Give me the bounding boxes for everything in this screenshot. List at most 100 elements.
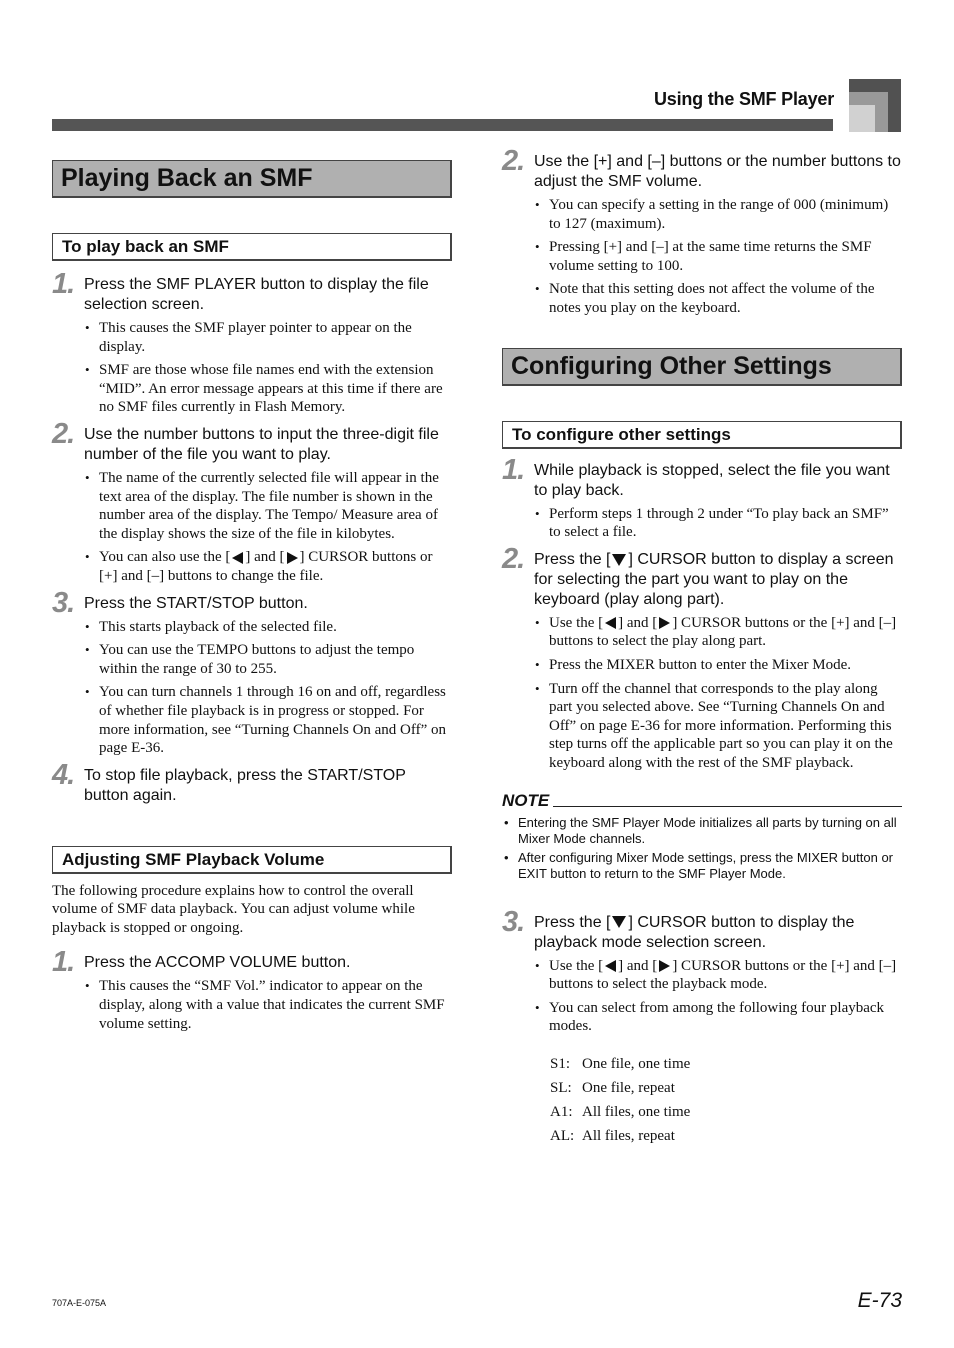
page-number: E-73 xyxy=(857,1289,902,1312)
mode-desc: All files, one time xyxy=(582,1103,691,1120)
mode-code: AL: xyxy=(550,1127,575,1144)
cursor-left-icon xyxy=(605,960,617,973)
step-number: 3. xyxy=(502,905,525,938)
bullet-item: Note that this setting does not affect t… xyxy=(535,280,902,317)
step-1: 1. Press the SMF PLAYER button to displa… xyxy=(52,269,452,315)
bullet-list: This causes the “SMF Vol.” indicator to … xyxy=(52,977,452,1033)
bullet-text: ] and [ xyxy=(245,549,285,566)
bullet-list: Perform steps 1 through 2 under “To play… xyxy=(502,505,902,542)
cursor-right-icon xyxy=(286,551,298,564)
right-column: 2. Use the [+] and [–] buttons or the nu… xyxy=(502,140,902,1148)
bullet-item: You can specify a setting in the range o… xyxy=(535,196,902,233)
step-4: 4. To stop file playback, press the STAR… xyxy=(52,760,452,806)
subsection-title-configure: To configure other settings xyxy=(502,420,902,449)
bullet-item: You can select from among the following … xyxy=(535,999,902,1036)
header-bar xyxy=(52,119,833,131)
mode-desc: One file, one time xyxy=(582,1055,691,1072)
bullet-text: Use the [ xyxy=(549,614,604,631)
playback-modes-list: S1: One file, one time SL: One file, repea… xyxy=(550,1052,902,1148)
step-text: To stop file playback, press the START/S… xyxy=(84,766,406,804)
document-code: 707A-E-075A xyxy=(52,1298,107,1308)
bullet-item: Press the MIXER button to enter the Mixe… xyxy=(535,656,902,675)
mode-code: A1: xyxy=(550,1103,573,1120)
step-number: 1. xyxy=(52,946,75,979)
bullet-item: This causes the SMF player pointer to ap… xyxy=(85,319,452,356)
note-box: NOTE Entering the SMF Player Mode initia… xyxy=(502,791,902,883)
step-text: Press the SMF PLAYER button to display t… xyxy=(84,276,429,313)
bullet-item: You can use the TEMPO buttons to adjust … xyxy=(85,641,452,678)
bullet-text: ] and [ xyxy=(618,614,658,631)
bullet-text: ] and [ xyxy=(618,957,658,974)
bullet-list: Use the [] and [] CURSOR buttons or the … xyxy=(502,614,902,773)
step-number: 1. xyxy=(52,268,75,300)
cursor-down-icon xyxy=(612,553,627,566)
step-text: Press the START/STOP button. xyxy=(84,594,308,612)
mode-code: SL: xyxy=(550,1079,572,1096)
bullet-list: Use the [] and [] CURSOR buttons or the … xyxy=(502,957,902,1036)
bullet-list: The name of the currently selected file … xyxy=(52,469,452,586)
left-column: Playing Back an SMF To play back an SMF … xyxy=(52,160,452,1038)
config-step-2: 2. Press the [] CURSOR button to display… xyxy=(502,544,902,610)
bullet-list: You can specify a setting in the range o… xyxy=(502,196,902,318)
bullet-item: Perform steps 1 through 2 under “To play… xyxy=(535,505,902,542)
bullet-item: Pressing [+] and [–] at the same time re… xyxy=(535,238,902,275)
header-corner-graphic xyxy=(849,79,901,132)
mode-row: SL: One file, repeat xyxy=(550,1076,902,1100)
step-text-pre: Press the [ xyxy=(534,913,611,931)
subsection-title-play-back: To play back an SMF xyxy=(52,233,452,261)
subsection-title-adjusting-volume: Adjusting SMF Playback Volume xyxy=(52,845,452,874)
mode-desc: All files, repeat xyxy=(582,1127,675,1144)
step-number: 2. xyxy=(52,417,75,450)
step-number: 2. xyxy=(502,145,525,177)
bullet-item-cursor: You can also use the [] and [] CURSOR bu… xyxy=(85,548,452,585)
section-title-playing-back: Playing Back an SMF xyxy=(52,160,452,198)
step-text-pre: Press the [ xyxy=(534,550,611,568)
bullet-list: This causes the SMF player pointer to ap… xyxy=(52,319,452,417)
config-step-1: 1. While playback is stopped, select the… xyxy=(502,455,902,501)
bullet-item-cursor: Use the [] and [] CURSOR buttons or the … xyxy=(535,614,902,651)
intro-paragraph: The following procedure explains how to … xyxy=(52,882,415,936)
bullet-item: Turn off the channel that corresponds to… xyxy=(535,680,902,773)
bullet-text: You can also use the [ xyxy=(99,549,231,566)
step-text: Use the [+] and [–] buttons or the numbe… xyxy=(534,153,901,190)
step-text: Press the ACCOMP VOLUME button. xyxy=(84,954,351,972)
note-header: NOTE xyxy=(502,791,902,811)
note-label: NOTE xyxy=(502,790,550,810)
cursor-left-icon xyxy=(605,617,617,630)
running-header: Using the SMF Player xyxy=(653,89,834,109)
step-number: 2. xyxy=(502,542,525,575)
mode-row: S1: One file, one time xyxy=(550,1052,902,1076)
bullet-item: You can turn channels 1 through 16 on an… xyxy=(85,683,452,757)
bullet-item: SMF are those whose file names end with … xyxy=(85,361,452,417)
mode-code: S1: xyxy=(550,1055,571,1072)
note-item: Entering the SMF Player Mode initializes… xyxy=(504,815,902,848)
note-item: After configuring Mixer Mode settings, p… xyxy=(504,850,902,883)
header-corner-inner xyxy=(849,105,875,132)
bullet-item: The name of the currently selected file … xyxy=(85,469,452,543)
step-number: 3. xyxy=(52,586,75,619)
cursor-down-icon xyxy=(612,916,627,929)
mode-row: A1: All files, one time xyxy=(550,1100,902,1124)
note-list: Entering the SMF Player Mode initializes… xyxy=(502,815,902,883)
cursor-left-icon xyxy=(232,551,244,564)
volume-step-1: 1. Press the ACCOMP VOLUME button. xyxy=(52,947,452,977)
cursor-right-icon xyxy=(659,617,671,630)
cursor-right-icon xyxy=(659,960,671,973)
bullet-item: This causes the “SMF Vol.” indicator to … xyxy=(85,977,452,1033)
step-2: 2. Use the number buttons to input the t… xyxy=(52,419,452,465)
mode-desc: One file, repeat xyxy=(582,1079,675,1096)
section-title-configuring: Configuring Other Settings xyxy=(502,347,902,386)
bullet-text: Use the [ xyxy=(549,957,604,974)
bullet-item: This starts playback of the selected fil… xyxy=(85,618,452,637)
step-number: 1. xyxy=(502,453,525,486)
note-rule xyxy=(553,805,902,807)
volume-step-2: 2. Use the [+] and [–] buttons or the nu… xyxy=(502,146,902,192)
step-3: 3. Press the START/STOP button. xyxy=(52,588,452,618)
step-text: Use the number buttons to input the thre… xyxy=(84,425,439,463)
bullet-item-cursor: Use the [] and [] CURSOR buttons or the … xyxy=(535,957,902,994)
config-step-3: 3. Press the [] CURSOR button to display… xyxy=(502,907,902,953)
step-text: While playback is stopped, select the fi… xyxy=(534,461,890,499)
mode-row: AL: All files, repeat xyxy=(550,1124,902,1148)
bullet-list: This starts playback of the selected fil… xyxy=(52,618,452,758)
step-number: 4. xyxy=(52,758,75,791)
